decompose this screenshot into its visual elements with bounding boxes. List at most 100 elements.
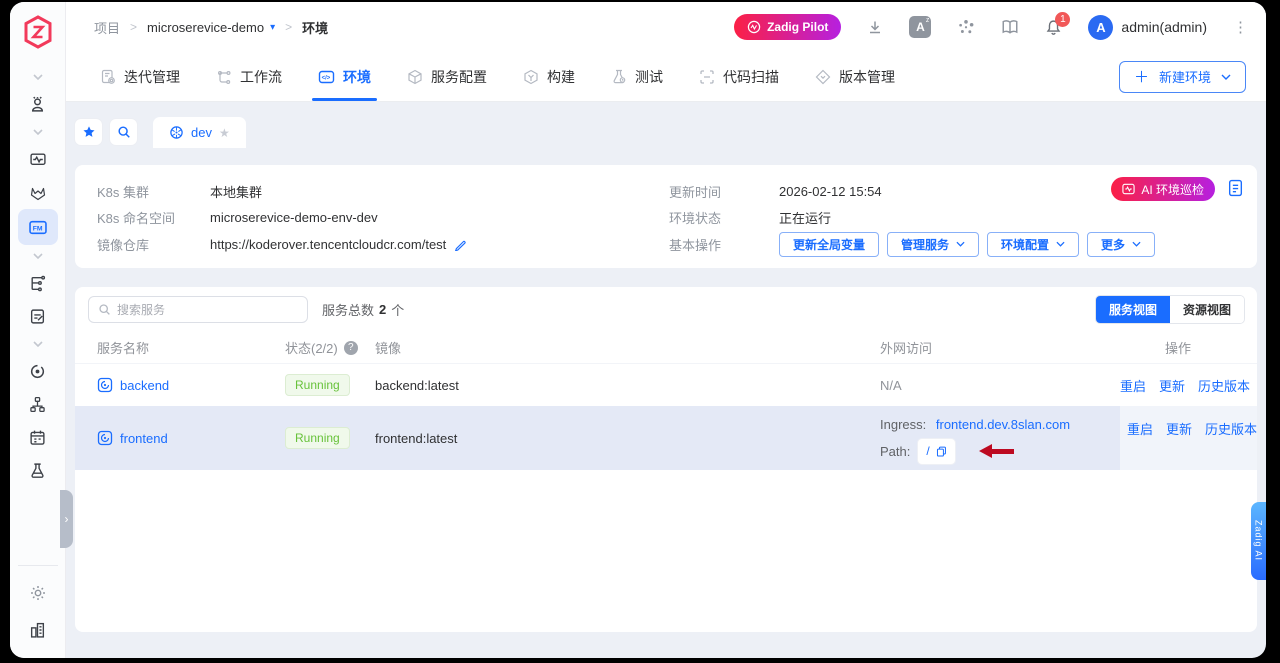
report-building-icon[interactable] (18, 613, 58, 646)
user-menu[interactable]: A admin(admin) (1088, 15, 1207, 40)
sidebar-item-grafana-icon[interactable] (18, 355, 58, 388)
new-environment-button[interactable]: ＋ 新建环境 (1119, 61, 1246, 93)
service-link-backend[interactable]: backend (120, 378, 169, 393)
tab-builds[interactable]: 构建 (523, 52, 575, 101)
inspect-report-icon[interactable] (1227, 179, 1244, 202)
chevron-down-icon[interactable] (18, 66, 58, 88)
restart-link[interactable]: 重启 (1127, 419, 1153, 438)
service-total: 服务总数 2 个 (322, 300, 404, 319)
update-link[interactable]: 更新 (1166, 419, 1192, 438)
update-link[interactable]: 更新 (1159, 376, 1185, 395)
more-button[interactable]: 更多 (1087, 232, 1155, 257)
history-link[interactable]: 历史版本 (1198, 376, 1250, 395)
kebab-menu-icon[interactable]: ⋮ (1233, 18, 1248, 36)
top-bar: 项目 > microserevice-demo ▾ > 环境 Zadig Pil… (66, 2, 1266, 52)
star-icon[interactable]: ★ (219, 126, 230, 140)
service-link-frontend[interactable]: frontend (120, 431, 168, 446)
table-row-frontend: frontend Running frontend:latest Ingress… (75, 406, 1257, 470)
environment-info-panel: K8s 集群 本地集群 K8s 命名空间 microserevice-demo-… (75, 165, 1257, 268)
tab-label: 版本管理 (839, 67, 895, 87)
sidebar-item-environments[interactable]: FM (18, 209, 58, 245)
notification-bell-icon[interactable]: 1 (1045, 19, 1062, 36)
col-external-access: 外网访问 (880, 338, 1120, 357)
resource-view-segment[interactable]: 资源视图 (1170, 296, 1244, 323)
button-label: 更多 (1101, 236, 1125, 253)
sidebar-item-monitor-icon[interactable] (18, 143, 58, 176)
tab-versions[interactable]: 版本管理 (815, 52, 895, 101)
service-search-input[interactable] (117, 303, 298, 317)
copy-icon[interactable] (936, 446, 947, 457)
status-badge: Running (285, 427, 350, 449)
sidebar-item-doc-edit-icon[interactable] (18, 300, 58, 333)
row-actions: 重启 更新 历史版本 (1120, 376, 1250, 395)
favorite-star-button[interactable] (75, 119, 102, 145)
tab-label: 工作流 (240, 67, 282, 87)
sidebar-item-calendar-icon[interactable] (18, 421, 58, 454)
breadcrumb-projects[interactable]: 项目 (94, 18, 120, 37)
chevron-down-icon[interactable] (18, 245, 58, 267)
translate-icon[interactable]: Az (909, 16, 931, 38)
service-search[interactable] (88, 296, 308, 323)
download-icon[interactable] (867, 19, 883, 35)
pilot-label: Zadig Pilot (767, 20, 828, 34)
edit-pencil-icon[interactable] (454, 238, 467, 251)
tab-tests[interactable]: 测试 (611, 52, 663, 101)
manage-services-button[interactable]: 管理服务 (887, 232, 979, 257)
button-label: 管理服务 (901, 236, 949, 253)
zadig-logo[interactable] (22, 12, 54, 52)
image-value: frontend:latest (375, 431, 880, 446)
docs-book-icon[interactable] (1001, 19, 1019, 35)
help-icon[interactable]: ? (344, 341, 358, 355)
sidebar-item-flask-icon[interactable] (18, 454, 58, 487)
button-label: 环境配置 (1001, 236, 1049, 253)
path-value: / (926, 440, 929, 463)
ai-environment-inspect-button[interactable]: AI 环境巡检 (1111, 177, 1215, 201)
env-config-button[interactable]: 环境配置 (987, 232, 1079, 257)
restart-link[interactable]: 重启 (1120, 376, 1146, 395)
table-header: 服务名称 状态(2/2) ? 镜像 外网访问 操作 (75, 332, 1257, 363)
ai-assistant-side-tab[interactable]: Zadig AI (1251, 502, 1266, 580)
total-label: 服务总数 (322, 300, 374, 319)
path-chip: / (918, 439, 954, 464)
field-label: 更新时间 (669, 182, 779, 201)
content-area: dev ★ K8s 集群 本地集群 K8s 命名空间 microserevice… (66, 102, 1266, 658)
chevron-down-icon[interactable]: ▾ (270, 22, 275, 33)
settings-gear-icon[interactable] (18, 576, 58, 609)
tab-label: 环境 (343, 67, 371, 87)
update-global-vars-button[interactable]: 更新全局变量 (779, 232, 879, 257)
breadcrumb-project-name[interactable]: microserevice-demo (147, 20, 264, 35)
image-value: backend:latest (375, 378, 880, 393)
field-label: K8s 集群 (97, 182, 210, 201)
sidebar-expand-handle[interactable]: › (60, 490, 73, 548)
apps-dots-icon[interactable] (957, 18, 975, 36)
access-value: N/A (880, 378, 1120, 393)
history-link[interactable]: 历史版本 (1205, 419, 1257, 438)
sidebar-item-project-robot-icon[interactable] (18, 88, 58, 121)
chevron-down-icon[interactable] (18, 333, 58, 355)
tab-service-config[interactable]: 服务配置 (407, 52, 487, 101)
sidebar-item-org-chart-icon[interactable] (18, 388, 58, 421)
sidebar-item-tree-icon[interactable] (18, 267, 58, 300)
tab-workflows[interactable]: 工作流 (216, 52, 282, 101)
tab-code-scan[interactable]: 代码扫描 (699, 52, 779, 101)
tab-iteration[interactable]: 迭代管理 (100, 52, 180, 101)
chevron-down-icon (1056, 241, 1065, 247)
sidebar-item-fox-icon[interactable] (18, 176, 58, 209)
row-actions-cell: 重启 更新 历史版本 (1120, 406, 1257, 470)
tab-label: 代码扫描 (723, 67, 779, 87)
col-service-name: 服务名称 (97, 338, 285, 357)
search-env-button[interactable] (110, 119, 137, 145)
access-cell: Ingress: frontend.dev.8slan.com Path: / (880, 413, 1120, 464)
field-value: 2026-02-12 15:54 (779, 184, 882, 199)
chevron-down-icon[interactable] (18, 121, 58, 143)
view-toggle: 服务视图 资源视图 (1096, 296, 1244, 323)
services-panel: 服务总数 2 个 服务视图 资源视图 服务名称 状态(2/2) ? (75, 287, 1257, 632)
col-status: 状态(2/2) ? (285, 338, 375, 357)
tab-environments[interactable]: </> 环境 (318, 52, 371, 101)
ai-inspect-label: AI 环境巡检 (1141, 181, 1204, 198)
ingress-url-link[interactable]: frontend.dev.8slan.com (936, 417, 1070, 432)
zadig-pilot-button[interactable]: Zadig Pilot (734, 14, 841, 40)
env-tab-dev[interactable]: dev ★ (153, 117, 246, 148)
field-value: 本地集群 (210, 182, 262, 201)
service-view-segment[interactable]: 服务视图 (1096, 296, 1170, 323)
